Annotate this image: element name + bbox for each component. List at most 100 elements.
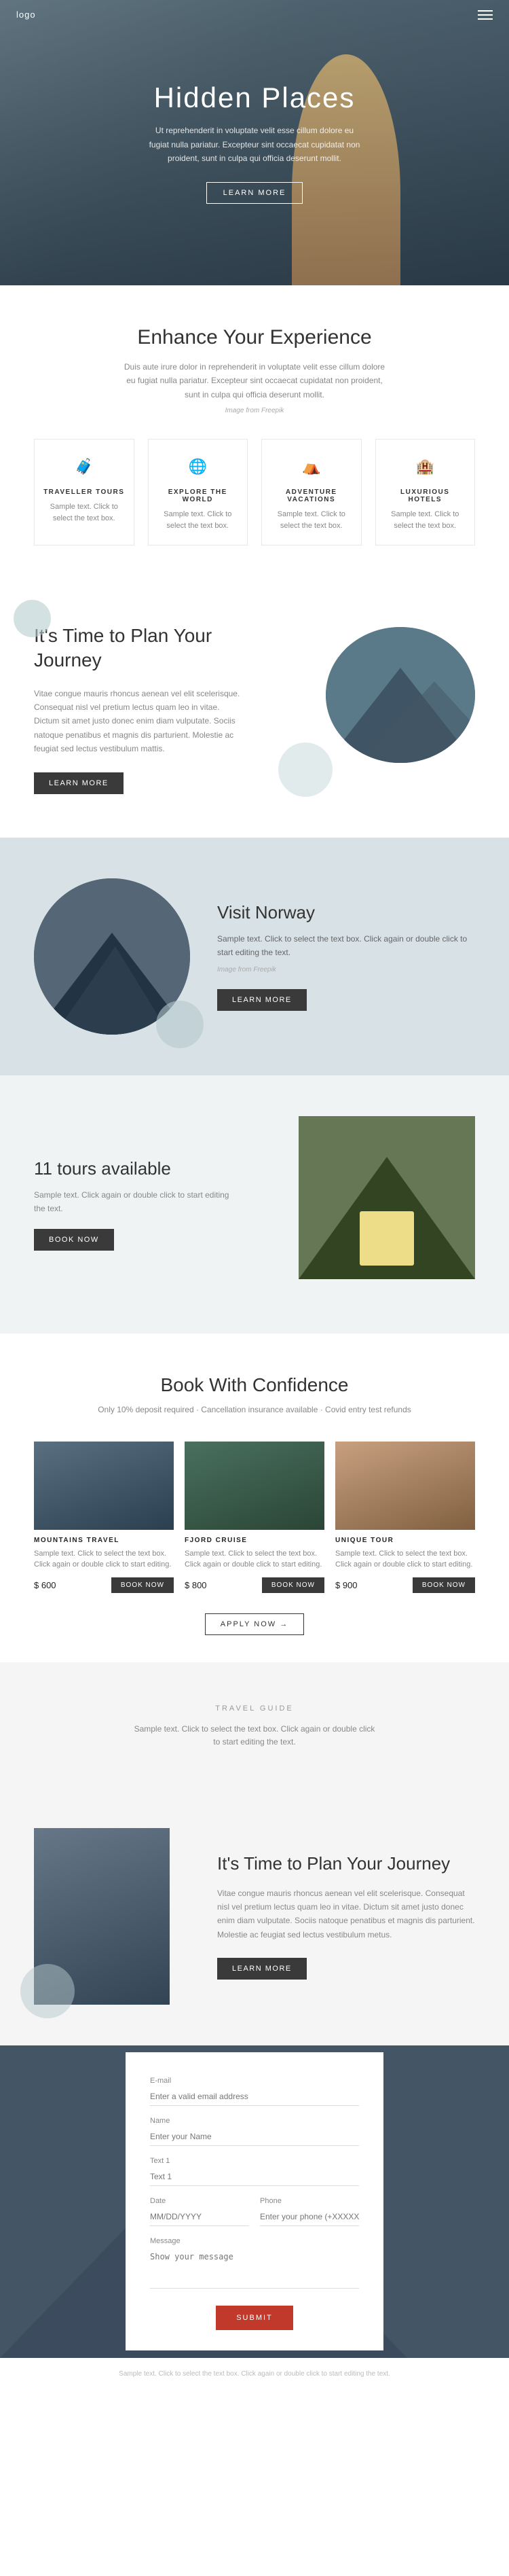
plan2-description: Vitae congue mauris rhoncus aenean vel e… [217,1886,475,1942]
feature-adventure-desc: Sample text. Click to select the text bo… [269,509,354,531]
footer-text: Sample text. Click to select the text bo… [34,2369,475,2380]
fjord-desc: Sample text. Click to select the text bo… [185,1548,324,1571]
plan-description: Vitae congue mauris rhoncus aenean vel e… [34,687,241,756]
contact-section: E-mail Name Text 1 Date Phone Message SU… [0,2045,509,2358]
email-input[interactable] [150,2088,359,2106]
name-label: Name [150,2117,359,2125]
date-group: Date [150,2197,249,2226]
phone-group: Phone [260,2197,359,2226]
plan-circle-decor [14,600,51,637]
mountains-desc: Sample text. Click to select the text bo… [34,1548,174,1571]
adventure-icon: ⛺ [298,453,325,480]
hamburger-menu[interactable] [478,10,493,20]
enhance-section: Enhance Your Experience Duis aute irure … [0,285,509,579]
plan-circle-small [278,743,333,797]
feature-hotels-desc: Sample text. Click to select the text bo… [383,509,468,531]
date-label: Date [150,2197,249,2205]
plan-section: It's Time to Plan Your Journey Vitae con… [0,579,509,838]
hero-description: Ut reprehenderit in voluptate velit esse… [146,124,363,165]
plan-left: It's Time to Plan Your Journey Vitae con… [34,624,241,794]
message-input[interactable] [150,2248,359,2289]
plan-cta-button[interactable]: LEARN MORE [34,772,124,794]
text1-input[interactable] [150,2168,359,2186]
submit-button[interactable]: SUBMIT [216,2306,293,2330]
norway-image-wrap [34,878,190,1035]
text1-group: Text 1 [150,2157,359,2186]
fjord-image [185,1442,324,1530]
norway-credit: Image from Freepik [217,965,475,976]
feature-adventure-title: ADVENTURE VACATIONS [269,488,354,503]
plan2-right: It's Time to Plan Your Journey Vitae con… [217,1853,475,1980]
hero-section: Hidden Places Ut reprehenderit in volupt… [0,0,509,285]
plan2-circle-decor [20,1964,75,2018]
logo: logo [16,10,36,20]
plan2-section: It's Time to Plan Your Journey Vitae con… [0,1814,509,2045]
tour-card-unique: UNIQUE TOUR Sample text. Click to select… [335,1442,475,1593]
feature-hotels: 🏨 LUXURIOUS HOTELS Sample text. Click to… [375,439,476,545]
plan-title: It's Time to Plan Your Journey [34,624,241,673]
tour-card-mountains: MOUNTAINS TRAVEL Sample text. Click to s… [34,1442,174,1593]
text1-label: Text 1 [150,2157,359,2165]
tours-count: 11 tours available [34,1158,241,1179]
mountains-footer: $ 600 BOOK NOW [34,1577,174,1593]
mountains-image [34,1442,174,1530]
tours-right [268,1116,475,1293]
phone-label: Phone [260,2197,359,2205]
plan-right [268,620,475,797]
feature-explore-desc: Sample text. Click to select the text bo… [155,509,241,531]
fjord-book-button[interactable]: BOOK NOW [262,1577,324,1593]
fjord-footer: $ 800 BOOK NOW [185,1577,324,1593]
unique-desc: Sample text. Click to select the text bo… [335,1548,475,1571]
site-header: logo [0,0,509,29]
plan2-left [34,1828,190,2005]
enhance-description: Duis aute irure dolor in reprehenderit i… [119,360,390,401]
phone-input[interactable] [260,2208,359,2226]
unique-book-button[interactable]: BOOK NOW [413,1577,475,1593]
unique-image [335,1442,475,1530]
book-section: Book With Confidence Only 10% deposit re… [0,1334,509,1662]
unique-title: UNIQUE TOUR [335,1537,475,1544]
traveller-icon: 🧳 [71,453,98,480]
enhance-title: Enhance Your Experience [34,326,475,349]
norway-description: Sample text. Click to select the text bo… [217,933,475,959]
date-phone-row: Date Phone [150,2197,359,2237]
norway-section: Visit Norway Sample text. Click to selec… [0,838,509,1075]
guide-description: Sample text. Click to select the text bo… [132,1723,377,1749]
norway-circle-decor [156,1001,204,1048]
email-label: E-mail [150,2077,359,2085]
guide-section: TRAVEL GUIDE Sample text. Click to selec… [0,1662,509,1814]
tours-cards: MOUNTAINS TRAVEL Sample text. Click to s… [34,1442,475,1593]
fjord-title: FJORD CRUISE [185,1537,324,1544]
book-description: Only 10% deposit required · Cancellation… [34,1403,475,1416]
book-title: Book With Confidence [34,1374,475,1396]
message-label: Message [150,2237,359,2245]
hero-content: Hidden Places Ut reprehenderit in volupt… [105,82,404,203]
tours-image [299,1116,475,1279]
mountains-book-button[interactable]: BOOK NOW [111,1577,174,1593]
hero-cta-button[interactable]: LEARN MORE [206,182,303,204]
apply-now-button[interactable]: APPLY NOW → [205,1613,304,1635]
name-input[interactable] [150,2128,359,2146]
hotels-icon: 🏨 [411,453,438,480]
tours-description: Sample text. Click again or double click… [34,1189,241,1215]
feature-explore-title: EXPLORE THE WORLD [155,488,241,503]
mountains-title: MOUNTAINS TRAVEL [34,1537,174,1544]
feature-traveller-desc: Sample text. Click to select the text bo… [41,501,127,524]
explore-icon: 🌐 [184,453,211,480]
message-group: Message [150,2237,359,2292]
feature-traveller-title: TRAVELLER TOURS [41,488,127,496]
norway-right: Visit Norway Sample text. Click to selec… [217,902,475,1010]
tours-cta-button[interactable]: BOOK NOW [34,1229,114,1251]
features-grid: 🧳 TRAVELLER TOURS Sample text. Click to … [34,439,475,545]
tour-card-fjord: FJORD CRUISE Sample text. Click to selec… [185,1442,324,1593]
hero-title: Hidden Places [146,82,363,114]
tours-left: 11 tours available Sample text. Click ag… [34,1158,241,1250]
plan2-cta-button[interactable]: LEARN MORE [217,1958,307,1980]
feature-hotels-title: LUXURIOUS HOTELS [383,488,468,503]
feature-adventure: ⛺ ADVENTURE VACATIONS Sample text. Click… [261,439,362,545]
norway-cta-button[interactable]: LEARN MORE [217,989,307,1011]
date-input[interactable] [150,2208,249,2226]
fjord-price: $ 800 [185,1580,207,1590]
name-group: Name [150,2117,359,2146]
feature-explore: 🌐 EXPLORE THE WORLD Sample text. Click t… [148,439,248,545]
